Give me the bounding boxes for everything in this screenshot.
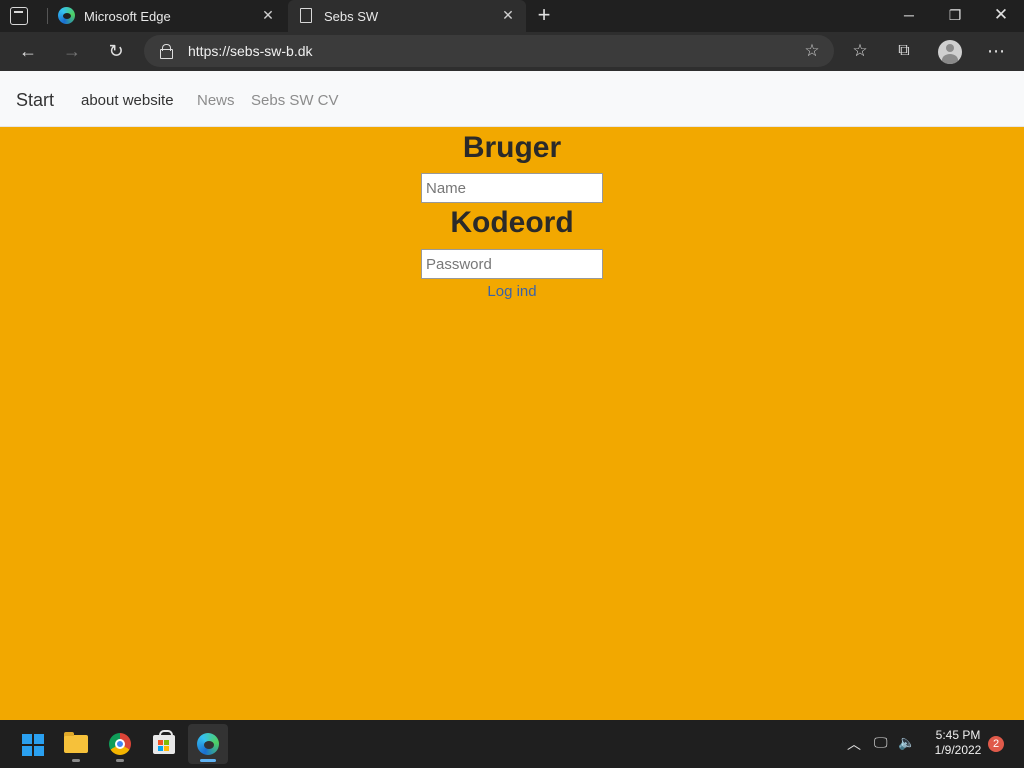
browser-toolbar: ← → ↻ https://sebs-sw-b.dk ☆ ☆ ⧉ ⋯ (0, 32, 1024, 71)
close-icon[interactable]: ✕ (500, 7, 516, 23)
clock-time: 5:45 PM (935, 728, 981, 742)
nav-link-about[interactable]: about website (81, 92, 174, 109)
system-clock[interactable]: 5:45 PM 1/9/2022 (928, 728, 988, 758)
start-icon (22, 734, 44, 756)
site-navbar: Start about website News Sebs SW CV (0, 71, 1024, 127)
edge-icon (197, 733, 219, 755)
show-hidden-icons-icon[interactable]: ︿ (847, 734, 861, 754)
profile-avatar[interactable] (938, 40, 962, 64)
nav-link-cv[interactable]: Sebs SW CV (251, 92, 339, 109)
taskbar-chrome[interactable] (100, 724, 140, 764)
close-icon[interactable]: ✕ (260, 7, 276, 23)
taskbar-edge[interactable] (188, 724, 228, 764)
collections-icon[interactable]: ⧉ (890, 38, 918, 66)
more-menu-icon[interactable]: ⋯ (982, 38, 1010, 66)
network-icon[interactable]: 🖵 (874, 734, 888, 751)
address-bar[interactable]: https://sebs-sw-b.dk ☆ (144, 35, 834, 67)
favorites-icon[interactable]: ☆ (846, 38, 874, 66)
window-close-button[interactable]: ✕ (978, 0, 1024, 32)
running-indicator (72, 759, 80, 762)
login-button[interactable]: Log ind (0, 283, 1024, 300)
restore-button[interactable]: ❐ (932, 0, 978, 32)
edge-icon (58, 7, 75, 24)
forward-button[interactable]: → (58, 38, 86, 66)
nav-brand-start[interactable]: Start (16, 90, 54, 111)
back-button[interactable]: ← (14, 38, 42, 66)
browser-tab-bar: Microsoft Edge ✕ Sebs SW ✕ + ─ ❐ ✕ (0, 0, 1024, 32)
tab-title: Microsoft Edge (84, 9, 171, 24)
add-favorite-icon[interactable]: ☆ (802, 41, 822, 61)
refresh-button[interactable]: ↻ (102, 38, 130, 66)
tab-microsoft-edge[interactable]: Microsoft Edge ✕ (48, 0, 286, 32)
web-page: Start about website News Sebs SW CV Brug… (0, 71, 1024, 720)
url-text[interactable]: https://sebs-sw-b.dk (188, 43, 313, 59)
running-indicator (200, 759, 216, 762)
running-indicator (116, 759, 124, 762)
user-heading: Bruger (462, 131, 562, 164)
clock-date: 1/9/2022 (934, 743, 982, 757)
taskbar-store[interactable] (144, 724, 184, 764)
new-tab-button[interactable]: + (534, 4, 554, 28)
chrome-icon (109, 733, 131, 755)
taskbar-file-explorer[interactable] (56, 724, 96, 764)
tab-sebs-sw[interactable]: Sebs SW ✕ (288, 0, 526, 32)
store-icon (153, 730, 175, 754)
minimize-button[interactable]: ─ (886, 0, 932, 32)
file-explorer-icon (64, 732, 88, 753)
tab-actions-icon[interactable] (10, 7, 28, 25)
nav-link-news[interactable]: News (197, 92, 235, 109)
password-heading: Kodeord (450, 206, 574, 239)
windows-taskbar: ︿ 🖵 🔈 5:45 PM 1/9/2022 2 (0, 720, 1024, 768)
password-input[interactable] (421, 249, 603, 279)
page-icon (300, 8, 312, 23)
notification-badge[interactable]: 2 (988, 736, 1004, 752)
start-button[interactable] (12, 724, 52, 764)
lock-icon[interactable] (160, 44, 173, 59)
tab-title: Sebs SW (324, 9, 379, 24)
name-input[interactable] (421, 173, 603, 203)
volume-icon[interactable]: 🔈 (898, 734, 915, 751)
